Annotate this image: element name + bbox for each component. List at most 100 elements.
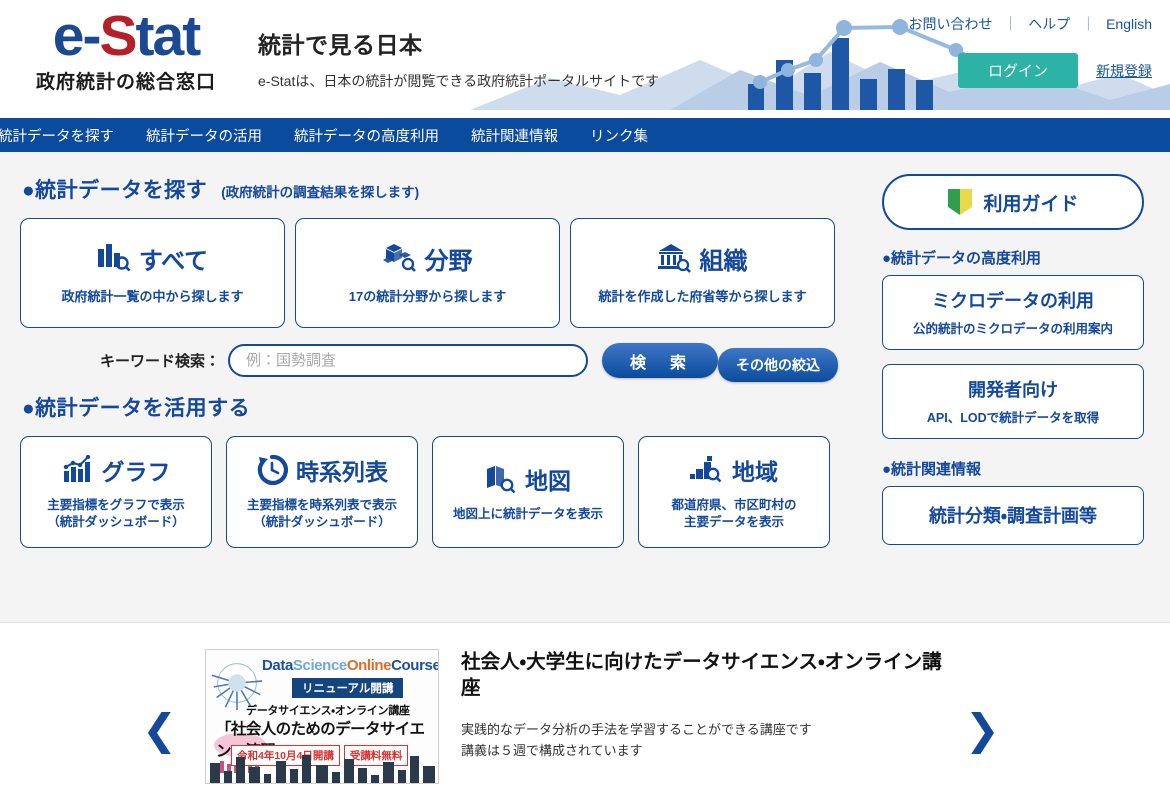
- search-card-field-desc: 17の統計分野から探します: [348, 288, 507, 304]
- utilize-card-region-title-row: 地域: [690, 453, 778, 487]
- link-separator-1: ｜: [1003, 16, 1018, 32]
- banner-cityscape: [210, 755, 435, 783]
- microdata-button[interactable]: ミクロデータの利用 公的統計のミクロデータの利用案内: [882, 275, 1144, 350]
- utilize-card-graph[interactable]: グラフ 主要指標をグラフで表示 （統計ダッシュボード）: [20, 436, 212, 548]
- page-root: e-Stat 政府統計の総合窓口 統計で見る日本 e-Statは、日本の統計が閲…: [0, 0, 1170, 797]
- logo-text-e: e-Stat: [52, 4, 201, 68]
- link-separator-2: ｜: [1081, 16, 1096, 32]
- banner-course-wordmark: DataScienceOnlineCourse: [262, 657, 439, 674]
- banner-word-science: Science: [292, 657, 347, 674]
- utilize-card-map-title: 地図: [525, 467, 571, 494]
- chevron-right-icon[interactable]: ❯: [965, 709, 1000, 751]
- banner-word-data: Data: [262, 657, 293, 674]
- main-navigation: 統計データを探す 統計データの活用 統計データの高度利用 統計関連情報 リンク集: [0, 118, 1170, 152]
- banner-image[interactable]: DataScienceOnlineCourse リニューアル開講 データサイエン…: [205, 649, 439, 784]
- line-bar-chart-icon: [63, 455, 90, 483]
- site-header: e-Stat 政府統計の総合窓口 統計で見る日本 e-Statは、日本の統計が閲…: [0, 0, 1170, 118]
- utilize-card-region[interactable]: 地域 都道府県、市区町村の 主要データを表示: [638, 436, 830, 548]
- utilize-card-timeseries-desc: 主要指標を時系列表で表示 （統計ダッシュボード）: [247, 497, 397, 531]
- search-button[interactable]: 検 索: [602, 343, 718, 378]
- carousel-slide: DataScienceOnlineCourse リニューアル開講 データサイエン…: [0, 623, 1170, 784]
- utilize-card-timeseries-title: 時系列表: [296, 459, 388, 486]
- help-link[interactable]: ヘルプ: [1028, 16, 1070, 32]
- login-button[interactable]: ログイン: [957, 53, 1078, 88]
- utilize-card-region-desc1: 都道府県、市区町村の: [671, 498, 797, 513]
- search-card-all-title-row: すべて: [97, 241, 208, 276]
- carousel-text: 社会人・大学生に向けたデータサイエンス・オンライン講座 実践的なデータ分析の手法…: [461, 649, 951, 784]
- carousel-desc-line2: 講義は５週で構成されています: [461, 742, 643, 758]
- search-card-org-desc: 統計を作成した府省等から探します: [598, 288, 807, 304]
- utilize-card-region-title: 地域: [732, 459, 778, 486]
- utilize-card-region-desc: 都道府県、市区町村の 主要データを表示: [671, 497, 796, 531]
- logo-subtitle: 政府統計の総合窓口: [35, 72, 216, 93]
- utilize-card-timeseries-desc1: 主要指標を時系列表で表示: [246, 498, 397, 513]
- utilize-section-header: ●統計データを活用する: [0, 378, 858, 422]
- english-link[interactable]: English: [1106, 16, 1152, 32]
- search-card-field-title: 分野: [424, 247, 473, 275]
- utilize-card-map-desc: 地図上に統計データを表示: [452, 506, 603, 521]
- developer-title: 開発者向け: [968, 380, 1058, 400]
- utilize-card-timeseries[interactable]: 時系列表 主要指標を時系列表で表示 （統計ダッシュボード）: [226, 436, 418, 548]
- search-card-org-title: 組織: [699, 247, 748, 275]
- contact-link[interactable]: お問い合わせ: [909, 16, 993, 32]
- nav-item-advanced-use[interactable]: 統計データの高度利用: [278, 125, 455, 146]
- header-account-actions: ログイン 新規登録: [957, 53, 1152, 88]
- main-content: ●統計データを探す (政府統計の調査結果を探します) すべて 政府統計一覧の中か…: [0, 152, 1170, 622]
- category-blocks-search-icon: [382, 244, 416, 273]
- government-building-search-icon: [657, 244, 691, 274]
- search-card-org-title-row: 組織: [657, 241, 748, 276]
- banner-word-course: Course: [391, 657, 439, 674]
- utilize-card-graph-desc1: 主要指標をグラフで表示: [47, 498, 185, 513]
- banner-course-subtitle: データサイエンス・オンライン講座: [246, 705, 410, 717]
- header-tagline: 統計で見る日本 e-Statは、日本の統計が閲覧できる政府統計ポータルサイトです: [258, 26, 659, 91]
- user-guide-button[interactable]: 利用ガイド: [882, 174, 1144, 230]
- carousel-title[interactable]: 社会人・大学生に向けたデータサイエンス・オンライン講座: [461, 649, 951, 702]
- site-logo[interactable]: e-Stat 政府統計の総合窓口: [16, 8, 236, 94]
- user-guide-label: 利用ガイド: [983, 193, 1079, 215]
- nav-item-use-data[interactable]: 統計データの活用: [130, 125, 278, 146]
- utilize-card-region-desc2: 主要データを表示: [683, 515, 784, 529]
- developer-button[interactable]: 開発者向け API、LODで統計データを取得: [882, 364, 1144, 439]
- main-left-column: ●統計データを探す (政府統計の調査結果を探します) すべて 政府統計一覧の中か…: [0, 152, 858, 548]
- search-card-all[interactable]: すべて 政府統計一覧の中から探します: [20, 218, 285, 328]
- developer-sub: API、LODで統計データを取得: [926, 411, 1100, 425]
- main-right-column: 利用ガイド ●統計データの高度利用 ミクロデータの利用 公的統計のミクロデータの…: [868, 152, 1163, 545]
- carousel-description: 実践的なデータ分析の手法を学習することができる講座です 講義は５週で構成されてい…: [461, 719, 951, 761]
- search-card-organization[interactable]: 組織 統計を作成した府省等から探します: [570, 218, 835, 328]
- classification-plan-title: 統計分類・調査計画等: [928, 506, 1098, 526]
- search-section-note: (政府統計の調査結果を探します): [221, 185, 420, 200]
- clock-icon: [257, 455, 288, 486]
- search-card-row: すべて 政府統計一覧の中から探します 分野 17の統計分野から探します 組織 統…: [0, 204, 858, 328]
- search-section-header: ●統計データを探す (政府統計の調査結果を探します): [0, 152, 858, 204]
- tagline-title: 統計で見る日本: [258, 32, 423, 58]
- map-search-icon: [487, 465, 516, 493]
- microdata-sub: 公的統計のミクロデータの利用案内: [912, 322, 1113, 336]
- utilize-card-graph-desc2: （統計ダッシュボード）: [47, 515, 185, 529]
- chevron-left-icon[interactable]: ❮: [142, 709, 177, 751]
- classification-plan-button[interactable]: 統計分類・調査計画等: [882, 486, 1144, 545]
- search-section-title: ●統計データを探す: [22, 179, 208, 202]
- tagline-subtitle: e-Statは、日本の統計が閲覧できる政府統計ポータルサイトです: [258, 73, 660, 89]
- utilize-card-graph-desc: 主要指標をグラフで表示 （統計ダッシュボード）: [47, 497, 185, 531]
- carousel-desc-line1: 実践的なデータ分析の手法を学習することができる講座です: [461, 721, 812, 737]
- utilize-card-map[interactable]: 地図 地図上に統計データを表示: [432, 436, 624, 548]
- search-card-field[interactable]: 分野 17の統計分野から探します: [295, 218, 560, 328]
- beginner-leaf-icon: [948, 189, 973, 215]
- keyword-search-label: キーワード検索：: [99, 353, 220, 370]
- other-filter-button[interactable]: その他の絞込: [718, 348, 838, 382]
- advanced-use-heading: ●統計データの高度利用: [882, 250, 1042, 267]
- utilize-card-graph-title-row: グラフ: [62, 453, 171, 487]
- banner-renewal-badge: リニューアル開講: [292, 678, 404, 698]
- related-info-heading: ●統計関連情報: [882, 461, 982, 478]
- search-card-all-desc: 政府統計一覧の中から探します: [61, 288, 244, 304]
- utilize-card-timeseries-title-row: 時系列表: [256, 453, 388, 487]
- nav-item-search-data[interactable]: 統計データを探す: [0, 125, 130, 146]
- search-input[interactable]: [228, 344, 588, 377]
- nav-item-links[interactable]: リンク集: [574, 125, 664, 146]
- utilize-card-map-title-row: 地図: [485, 462, 571, 496]
- banner-carousel: ❮ ❯ DataScienceOnlineCourse リニューアル開講 データ…: [0, 622, 1170, 797]
- utilize-card-row: グラフ 主要指標をグラフで表示 （統計ダッシュボード） 時系列表 主要指標を時系…: [0, 422, 858, 548]
- register-link[interactable]: 新規登録: [1096, 61, 1152, 81]
- nav-item-related-info[interactable]: 統計関連情報: [455, 125, 574, 146]
- region-blocks-search-icon: [690, 456, 722, 483]
